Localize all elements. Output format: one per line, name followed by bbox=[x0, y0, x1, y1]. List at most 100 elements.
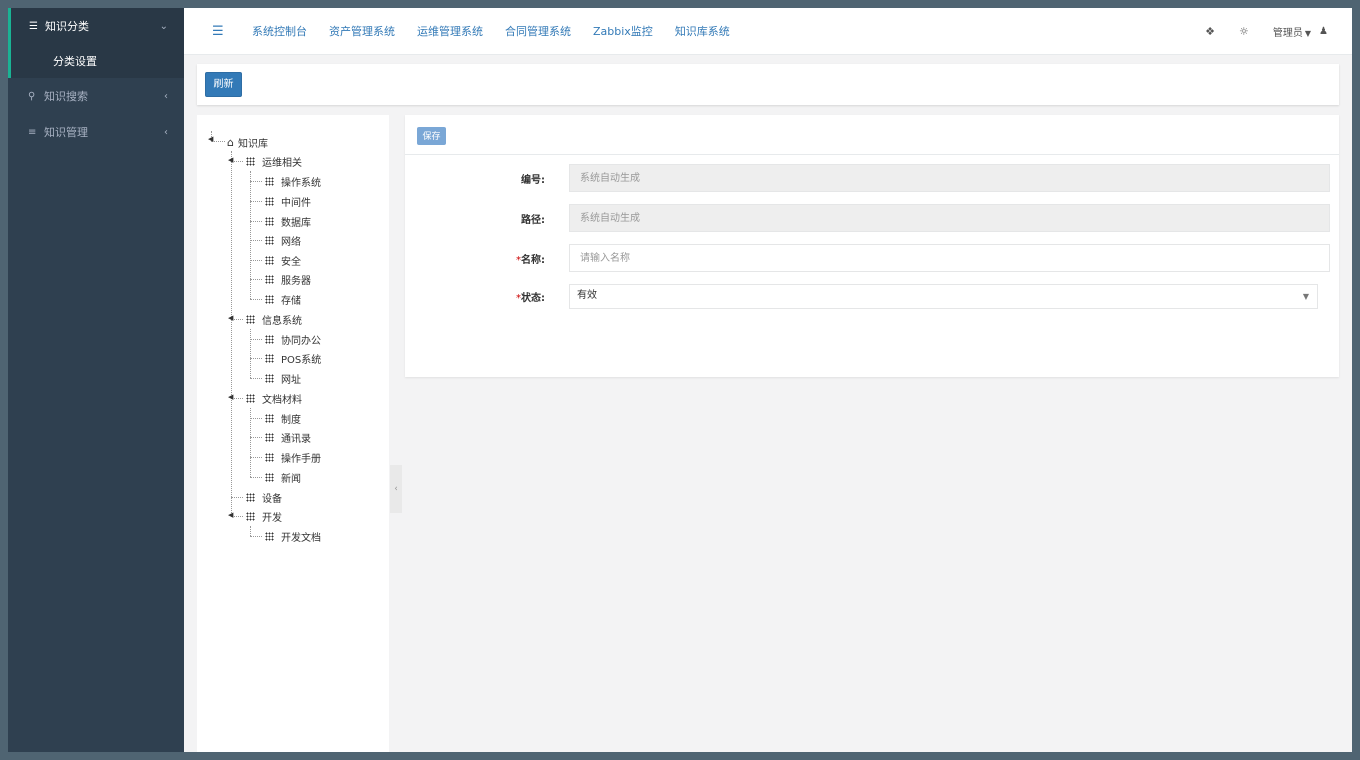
grid-icon bbox=[265, 274, 274, 284]
user-menu[interactable]: 管理员 ▼ bbox=[1273, 24, 1311, 39]
tree-node-documents[interactable]: 文档材料 bbox=[246, 390, 302, 406]
name-field[interactable] bbox=[569, 244, 1330, 272]
tree-node-child[interactable]: 制度 bbox=[265, 410, 301, 426]
sidebar-item-label: 知识管理 bbox=[44, 126, 88, 139]
status-select[interactable]: 有效 ▼ bbox=[569, 284, 1318, 309]
tree-node-devices[interactable]: 设备 bbox=[246, 489, 282, 505]
tree-node-child[interactable]: 操作系统 bbox=[265, 173, 321, 189]
grid-icon bbox=[265, 176, 274, 186]
tree-node-ops[interactable]: 运维相关 bbox=[246, 153, 302, 169]
chevron-down-icon: ⌄ bbox=[159, 20, 168, 32]
sidebar-subitem-category-settings[interactable]: 分类设置 bbox=[11, 44, 184, 78]
grid-icon bbox=[265, 196, 274, 206]
tree-node-child[interactable]: POS系统 bbox=[265, 350, 321, 366]
home-icon: ⌂ bbox=[227, 135, 234, 149]
tree-node-label: 设备 bbox=[262, 493, 282, 505]
grid-icon bbox=[246, 314, 255, 324]
category-tree: ◀ ⌂ 知识库 ◀ 运维相关 操作系统 中间件 数据库 网络 安全 服务器 存储… bbox=[197, 115, 389, 752]
app-frame: ☰ 知识分类 ⌄ 分类设置 ⚲ 知识搜索 ‹ ≡ 知识管理 ‹ ☰ 系统控制台 … bbox=[8, 8, 1352, 752]
sidebar-item-knowledge-management[interactable]: ≡ 知识管理 ‹ bbox=[8, 114, 184, 150]
user-name: 管理员 bbox=[1272, 28, 1303, 39]
tree-node-label: 服务器 bbox=[281, 275, 311, 287]
tree-node-child[interactable]: 网络 bbox=[265, 232, 301, 248]
chevron-left-icon: ‹ bbox=[394, 484, 398, 494]
tree-node-label: 知识库 bbox=[237, 138, 268, 150]
sidebar-item-knowledge-search[interactable]: ⚲ 知识搜索 ‹ bbox=[8, 78, 184, 114]
status-label: *状态: bbox=[516, 293, 545, 304]
user-icon[interactable]: ♟ bbox=[1319, 26, 1328, 37]
tree-node-development[interactable]: 开发 bbox=[246, 508, 282, 524]
tree-node-label: 网络 bbox=[281, 236, 301, 248]
list-icon: ☰ bbox=[29, 20, 38, 32]
tree-node-child[interactable]: 中间件 bbox=[265, 193, 311, 209]
chevron-left-icon: ‹ bbox=[164, 90, 168, 102]
grid-icon bbox=[246, 156, 255, 166]
tree-node-child[interactable]: 通讯录 bbox=[265, 429, 311, 445]
chevron-left-icon: ‹ bbox=[164, 126, 168, 138]
tree-node-label: 制度 bbox=[281, 414, 301, 426]
save-button[interactable]: 保存 bbox=[417, 127, 446, 145]
toolbar-panel: 刷新 bbox=[197, 64, 1339, 105]
topnav-link-console[interactable]: 系统控制台 bbox=[252, 23, 307, 39]
code-field bbox=[569, 164, 1330, 192]
globe-icon[interactable]: ☼ bbox=[1239, 25, 1249, 38]
tree-node-label: 信息系统 bbox=[262, 315, 302, 327]
sidebar-item-label: 知识分类 bbox=[45, 20, 89, 33]
tree-node-child[interactable]: 服务器 bbox=[265, 271, 311, 287]
sidebar: ☰ 知识分类 ⌄ 分类设置 ⚲ 知识搜索 ‹ ≡ 知识管理 ‹ bbox=[8, 8, 184, 752]
tree-node-child[interactable]: 开发文档 bbox=[265, 528, 321, 544]
tree-node-label: 网址 bbox=[281, 374, 301, 386]
tree-node-info-systems[interactable]: 信息系统 bbox=[246, 311, 302, 327]
form-row-path: 路径: bbox=[405, 204, 1339, 232]
grid-icon bbox=[265, 334, 274, 344]
sidebar-item-knowledge-category[interactable]: ☰ 知识分类 ⌄ bbox=[11, 8, 184, 44]
tree-node-child[interactable]: 新闻 bbox=[265, 469, 301, 485]
grid-icon bbox=[246, 492, 255, 502]
bars-icon: ≡ bbox=[28, 126, 37, 138]
name-label: *名称: bbox=[516, 255, 545, 266]
menu-toggle-icon[interactable]: ☰ bbox=[212, 24, 232, 39]
tree-node-child[interactable]: 数据库 bbox=[265, 213, 311, 229]
grid-icon bbox=[265, 235, 274, 245]
grid-icon bbox=[265, 353, 274, 363]
tree-node-label: 安全 bbox=[281, 256, 301, 268]
tree-node-child[interactable]: 协同办公 bbox=[265, 331, 321, 347]
sidebar-item-label: 知识搜索 bbox=[44, 90, 88, 103]
grid-icon bbox=[265, 413, 274, 423]
tree-node-label: 协同办公 bbox=[281, 335, 321, 347]
sidebar-subitem-label: 分类设置 bbox=[53, 55, 97, 68]
grid-icon bbox=[265, 255, 274, 265]
tree-node-label: 中间件 bbox=[281, 197, 311, 209]
grid-icon bbox=[265, 294, 274, 304]
form-row-code: 编号: bbox=[405, 164, 1339, 192]
tree-node-child[interactable]: 操作手册 bbox=[265, 449, 321, 465]
tree-node-child[interactable]: 安全 bbox=[265, 252, 301, 268]
topnav-link-asset-management[interactable]: 资产管理系统 bbox=[329, 23, 395, 39]
tree-node-child[interactable]: 存储 bbox=[265, 291, 301, 307]
refresh-button[interactable]: 刷新 bbox=[205, 72, 242, 97]
topnav-link-ops-management[interactable]: 运维管理系统 bbox=[417, 23, 483, 39]
topnav-link-zabbix[interactable]: Zabbix监控 bbox=[593, 23, 653, 39]
grid-icon bbox=[265, 472, 274, 482]
code-label: 编号: bbox=[521, 175, 545, 186]
grid-icon bbox=[265, 452, 274, 462]
dropbox-icon[interactable]: ❖ bbox=[1205, 25, 1215, 38]
sidebar-group-knowledge-category: ☰ 知识分类 ⌄ 分类设置 bbox=[8, 8, 184, 78]
tree-node-label: POS系统 bbox=[281, 354, 322, 366]
caret-down-icon: ▼ bbox=[1304, 29, 1312, 38]
status-select-value: 有效 bbox=[577, 290, 597, 301]
grid-icon bbox=[265, 373, 274, 383]
tree-node-child[interactable]: 网址 bbox=[265, 370, 301, 386]
form-row-name: *名称: bbox=[405, 244, 1339, 272]
grid-icon bbox=[265, 531, 274, 541]
tree-node-label: 新闻 bbox=[281, 473, 301, 485]
topnav-link-knowledge-base[interactable]: 知识库系统 bbox=[675, 23, 730, 39]
tree-node-root[interactable]: ⌂ 知识库 bbox=[227, 134, 268, 150]
tree-node-label: 存储 bbox=[281, 295, 301, 307]
grid-icon bbox=[246, 393, 255, 403]
topnav-link-contract-management[interactable]: 合同管理系统 bbox=[505, 23, 571, 39]
path-label: 路径: bbox=[521, 215, 545, 226]
caret-down-icon: ▼ bbox=[1302, 292, 1309, 301]
topbar-right: ❖ ☼ 管理员 ▼ ♟ bbox=[1181, 8, 1328, 55]
collapse-handle[interactable]: ‹ bbox=[390, 465, 402, 513]
